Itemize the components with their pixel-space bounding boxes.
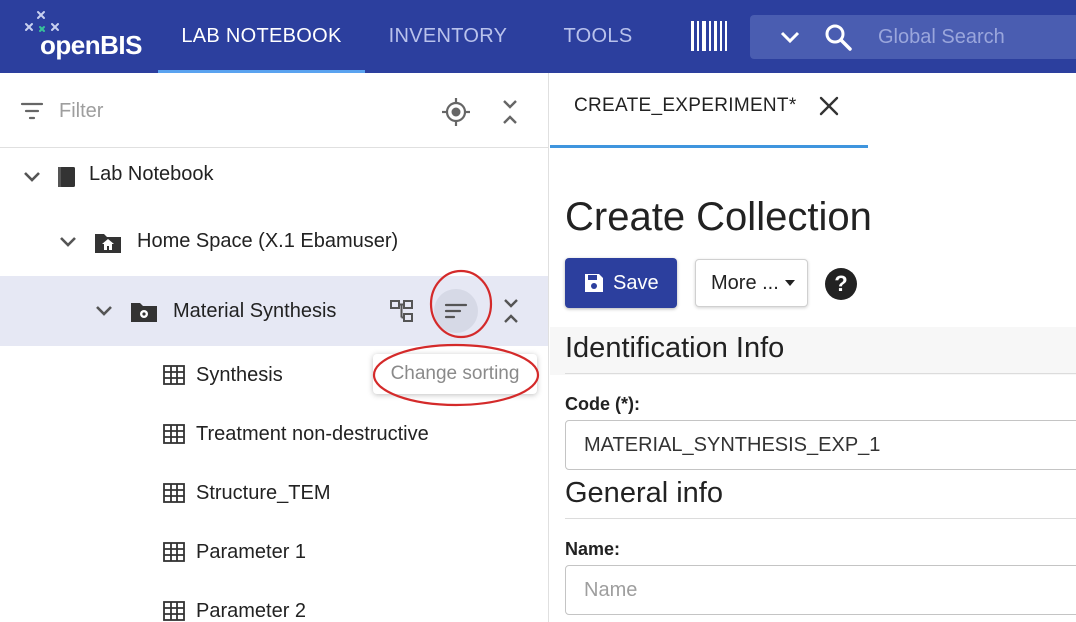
- table-icon: [163, 601, 185, 621]
- name-field[interactable]: [565, 565, 1076, 615]
- tree-node-label: Synthesis: [196, 364, 283, 386]
- chevron-down-icon[interactable]: [92, 299, 116, 323]
- tree-node-home-space[interactable]: Home Space (X.1 Ebamuser): [0, 214, 548, 270]
- navigation-panel: Lab Notebook Home Space (X.1 Ebamuser) M…: [0, 73, 549, 622]
- section-divider: [565, 518, 1076, 519]
- openbis-logo[interactable]: openBIS: [24, 10, 152, 66]
- chevron-down-icon[interactable]: [20, 165, 44, 189]
- page-title: Create Collection: [565, 195, 872, 239]
- more-button-label: More ...: [711, 271, 779, 294]
- table-icon: [163, 542, 185, 562]
- tab-label: CREATE_EXPERIMENT*: [574, 95, 797, 116]
- global-search-input[interactable]: [878, 15, 1076, 59]
- section-title-identification: Identification Info: [565, 332, 785, 364]
- svg-text:?: ?: [834, 271, 847, 296]
- top-app-bar: openBIS LAB NOTEBOOK INVENTORY TOOLS: [0, 0, 1076, 73]
- change-sorting-tooltip: Change sorting: [373, 354, 537, 394]
- tree-filter-bar: [0, 73, 548, 148]
- nav-tab-label: LAB NOTEBOOK: [181, 25, 342, 47]
- hierarchy-icon: [390, 300, 413, 322]
- tree-node-structure-tem[interactable]: Structure_TEM: [0, 464, 548, 522]
- change-sorting-button[interactable]: [434, 289, 478, 333]
- tree-node-label: Parameter 1: [196, 541, 307, 563]
- tree-node-material-synthesis[interactable]: Material Synthesis: [0, 276, 548, 346]
- nav-tab-lab-notebook[interactable]: LAB NOTEBOOK: [158, 0, 365, 73]
- filter-icon: [20, 102, 44, 120]
- tree-node-label: Treatment non-destructive: [196, 423, 429, 445]
- table-icon: [163, 365, 185, 385]
- save-icon: [585, 274, 603, 292]
- tree-node-treatment[interactable]: Treatment non-destructive: [0, 405, 548, 463]
- nav-tab-label: TOOLS: [563, 25, 633, 47]
- code-field-label: Code (*):: [565, 394, 640, 414]
- logo-text: openBIS: [40, 30, 142, 60]
- code-field[interactable]: [565, 420, 1076, 470]
- collapse-all-icon[interactable]: [497, 98, 523, 126]
- tree-node-parameter-2[interactable]: Parameter 2: [0, 582, 548, 622]
- save-button-label: Save: [613, 271, 659, 294]
- barcode-icon[interactable]: [690, 20, 728, 52]
- global-search-box: [750, 15, 1076, 59]
- section-divider: [565, 373, 1076, 374]
- table-icon: [163, 483, 185, 503]
- tree-node-label: Lab Notebook: [89, 163, 214, 185]
- close-icon[interactable]: [816, 93, 842, 119]
- tree-filter-input[interactable]: [59, 93, 379, 129]
- tab-create-experiment[interactable]: CREATE_EXPERIMENT*: [550, 73, 868, 148]
- sort-icon: [444, 303, 468, 319]
- tree-node-label: Parameter 2: [196, 600, 307, 622]
- home-folder-icon: [95, 234, 121, 253]
- section-title-general: General info: [565, 477, 723, 509]
- tree-node-parameter-1[interactable]: Parameter 1: [0, 523, 548, 581]
- caret-down-icon: [784, 280, 795, 286]
- nav-tab-tools[interactable]: TOOLS: [548, 0, 648, 73]
- save-button[interactable]: Save: [565, 258, 677, 308]
- locate-icon[interactable]: [441, 97, 471, 127]
- project-folder-icon: [131, 303, 157, 322]
- more-dropdown-button[interactable]: More ...: [695, 259, 808, 307]
- document-tab-strip: CREATE_EXPERIMENT*: [550, 73, 1076, 148]
- nav-tab-inventory[interactable]: INVENTORY: [370, 0, 526, 73]
- main-content: CREATE_EXPERIMENT* Create Collection Sav…: [550, 73, 1076, 622]
- tree-node-label: Structure_TEM: [196, 482, 331, 504]
- nav-tab-label: INVENTORY: [388, 25, 508, 47]
- name-field-label: Name:: [565, 539, 621, 559]
- search-icon[interactable]: [824, 23, 852, 51]
- notebook-icon: [58, 167, 75, 187]
- collapse-node-button[interactable]: [496, 296, 526, 326]
- tree-node-lab-notebook[interactable]: Lab Notebook: [0, 148, 548, 204]
- show-hierarchy-button[interactable]: [387, 296, 417, 326]
- chevron-down-icon[interactable]: [56, 230, 80, 254]
- help-icon[interactable]: ?: [824, 267, 858, 301]
- chevron-down-icon[interactable]: [778, 25, 802, 49]
- tree-node-label: Material Synthesis: [173, 300, 337, 322]
- tree-node-label: Home Space (X.1 Ebamuser): [137, 230, 399, 252]
- collapse-icon: [504, 299, 518, 323]
- table-icon: [163, 424, 185, 444]
